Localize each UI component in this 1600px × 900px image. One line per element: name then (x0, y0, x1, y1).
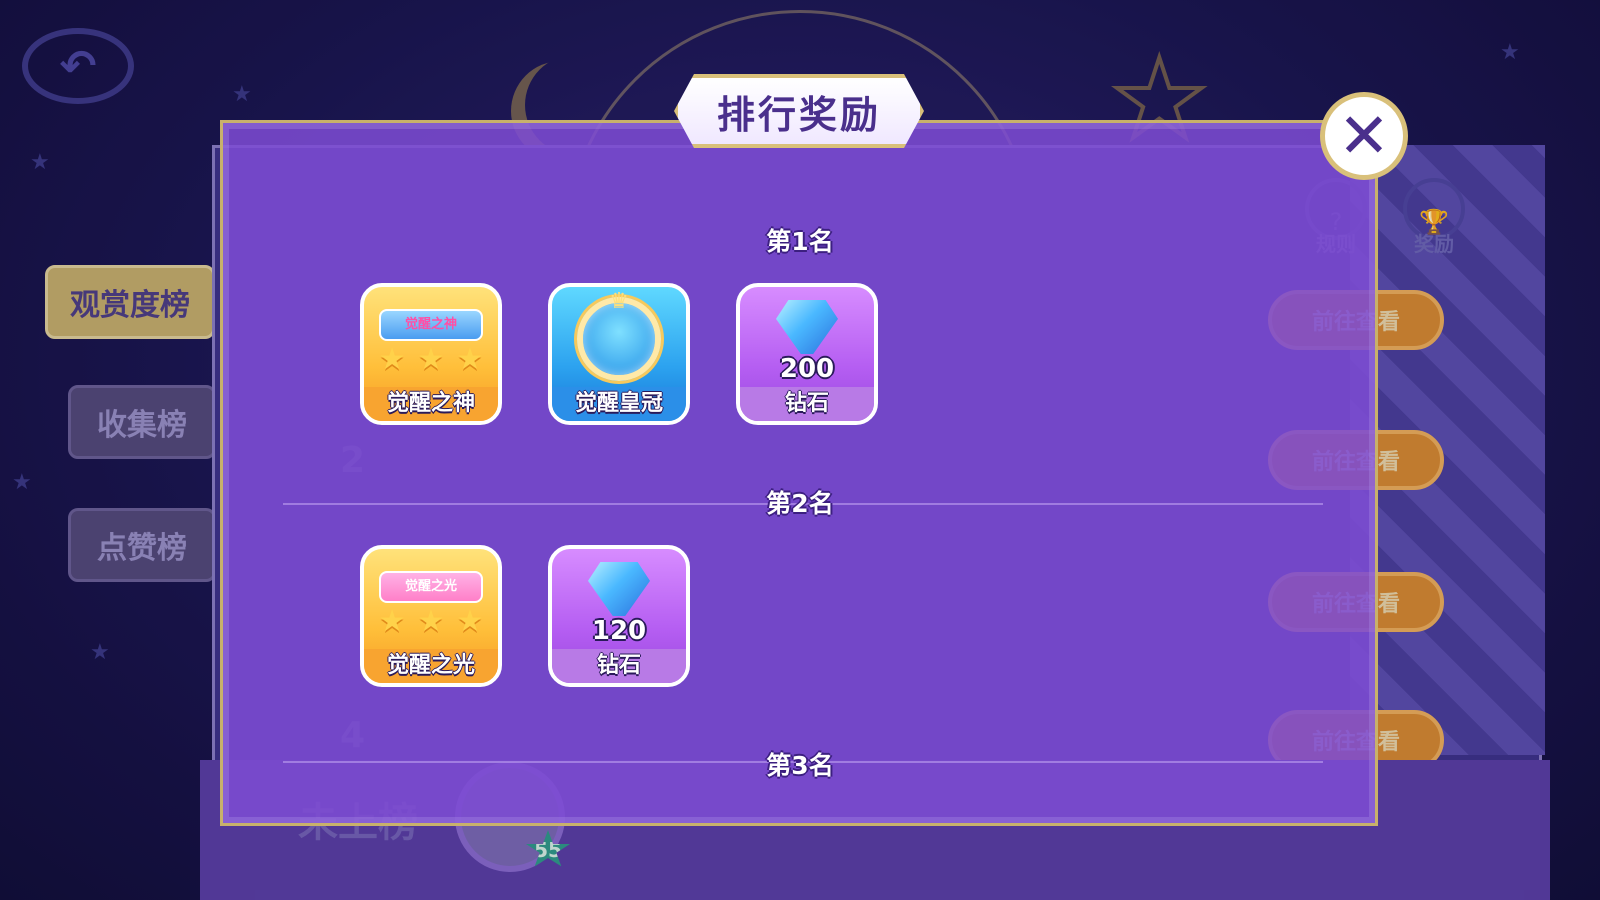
tier-2-label: 第2名 (766, 489, 834, 518)
dialog-title: 排行奖励 (674, 74, 924, 148)
reward-name: 钻石 (552, 649, 686, 683)
reward-awakening-light-title[interactable]: 觉醒之光 ★ ★ ★ 觉醒之光 (360, 545, 502, 687)
tier-3-label: 第3名 (766, 751, 834, 780)
close-icon: ✕ (1338, 99, 1390, 172)
reward-name: 觉醒皇冠 (552, 387, 686, 421)
reward-awakening-god-title[interactable]: 觉醒之神 ★ ★ ★ 觉醒之神 (360, 283, 502, 425)
title-banner: 觉醒之神 (379, 309, 483, 341)
reward-diamond[interactable]: 200 钻石 (736, 283, 878, 425)
diamond-count: 200 (779, 354, 835, 384)
crown-frame-icon: ♛ (577, 289, 661, 381)
stars-icon: ★ ★ ★ (378, 342, 484, 377)
reward-name: 觉醒之神 (364, 387, 498, 421)
close-button[interactable]: ✕ (1320, 92, 1408, 180)
reward-name: 觉醒之光 (364, 649, 498, 683)
title-banner: 觉醒之光 (379, 571, 483, 603)
crown-icon: ♛ (609, 289, 629, 314)
diamond-icon (776, 300, 838, 354)
reward-diamond[interactable]: 120 钻石 (548, 545, 690, 687)
diamond-count: 120 (591, 616, 647, 646)
stars-icon: ★ ★ ★ (378, 604, 484, 639)
tier-1-label: 第1名 (766, 227, 834, 256)
reward-awakening-crown[interactable]: ♛ 觉醒皇冠 (548, 283, 690, 425)
diamond-icon (588, 562, 650, 616)
reward-name: 钻石 (740, 387, 874, 421)
